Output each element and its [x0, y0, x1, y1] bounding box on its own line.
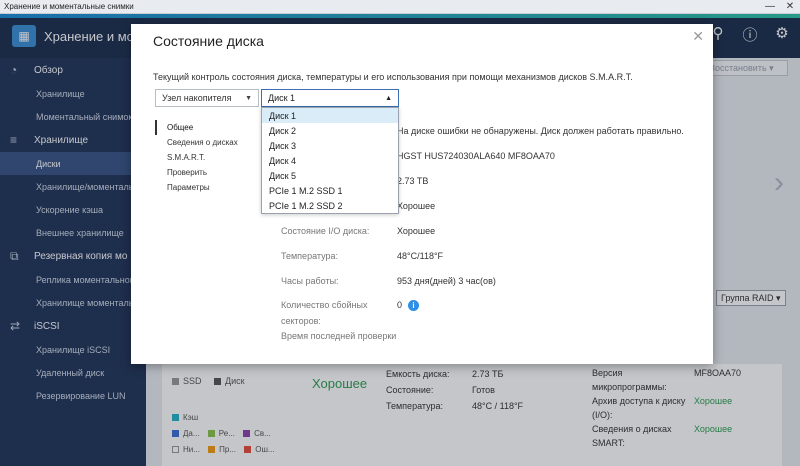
io-status-value: Хорошее: [397, 225, 436, 236]
dialog-tabs: Общее Сведения о дисках S.M.A.R.T. Прове…: [155, 120, 238, 195]
disk-capacity: 2.73 TB: [397, 175, 429, 186]
disk-select[interactable]: Диск 1 ▲: [261, 89, 399, 107]
last-test-label: Время последней проверки: [281, 331, 397, 341]
chevron-down-icon: ▼: [245, 94, 252, 102]
option-pcie-ssd-1[interactable]: PCIe 1 M.2 SSD 1: [262, 183, 398, 198]
option-disk-3[interactable]: Диск 3: [262, 138, 398, 153]
window-titlebar: Хранение и моментальные снимки — ✕: [0, 0, 800, 14]
minimize-button[interactable]: —: [760, 1, 780, 12]
dialog-title: Состояние диска: [153, 33, 264, 49]
close-icon[interactable]: ✕: [692, 28, 704, 45]
disk-health-dialog: ✕ Состояние диска Текущий контроль состо…: [131, 24, 713, 364]
option-disk-4[interactable]: Диск 4: [262, 153, 398, 168]
uptime-label: Часы работы:: [281, 275, 339, 286]
tab-disk-info[interactable]: Сведения о дисках: [155, 135, 238, 150]
temperature-label: Температура:: [281, 250, 339, 261]
bad-sectors-label: Количество сбойных секторов:: [281, 300, 368, 326]
window-title: Хранение и моментальные снимки: [4, 2, 134, 11]
tab-general[interactable]: Общее: [155, 120, 238, 135]
temperature-value: 48°C/118°F: [397, 250, 444, 261]
enclosure-select[interactable]: Узел накопителя ▼: [155, 89, 259, 107]
status-summary: На диске ошибки не обнаружены. Диск долж…: [397, 125, 684, 136]
info-icon[interactable]: i: [408, 300, 420, 311]
bad-sectors-value: 0: [397, 300, 403, 310]
chevron-up-icon: ▲: [385, 94, 392, 102]
disk-select-options: Диск 1 Диск 2 Диск 3 Диск 4 Диск 5 PCIe …: [261, 107, 399, 214]
close-window-button[interactable]: ✕: [780, 1, 800, 12]
disk-health: Хорошее: [397, 200, 436, 211]
tab-test[interactable]: Проверить: [155, 165, 238, 180]
dialog-description: Текущий контроль состояния диска, темпер…: [153, 72, 633, 82]
disk-model: HGST HUS724030ALA640 MF8OAA70: [397, 150, 555, 161]
option-pcie-ssd-2[interactable]: PCIe 1 M.2 SSD 2: [262, 198, 398, 213]
option-disk-1[interactable]: Диск 1: [262, 108, 398, 123]
option-disk-5[interactable]: Диск 5: [262, 168, 398, 183]
tab-smart[interactable]: S.M.A.R.T.: [155, 150, 238, 165]
uptime-value: 953 дня(дней) 3 час(ов): [397, 275, 496, 286]
io-status-label: Состояние I/O диска:: [281, 225, 370, 236]
tab-settings[interactable]: Параметры: [155, 180, 238, 195]
option-disk-2[interactable]: Диск 2: [262, 123, 398, 138]
